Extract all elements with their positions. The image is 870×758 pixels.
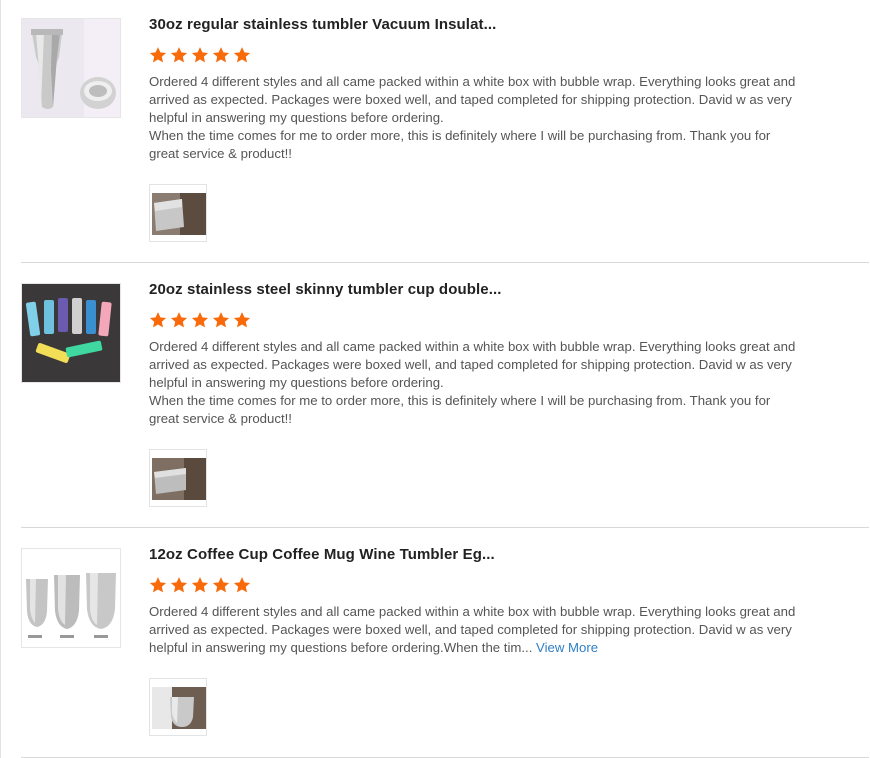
product-thumbnail[interactable] bbox=[21, 18, 121, 118]
review-text: Ordered 4 different styles and all came … bbox=[149, 73, 801, 163]
star-rating bbox=[149, 46, 251, 66]
star-icon bbox=[149, 312, 167, 328]
product-thumbnail[interactable] bbox=[21, 283, 121, 383]
review-product-title[interactable]: 12oz Coffee Cup Coffee Mug Wine Tumbler … bbox=[149, 546, 495, 563]
star-icon bbox=[149, 47, 167, 63]
review-photo[interactable] bbox=[149, 184, 207, 242]
star-icon bbox=[233, 47, 251, 63]
star-icon bbox=[191, 47, 209, 63]
review-photo[interactable] bbox=[149, 678, 207, 736]
product-thumbnail[interactable] bbox=[21, 548, 121, 648]
review-product-title[interactable]: 20oz stainless steel skinny tumbler cup … bbox=[149, 281, 502, 298]
review-paragraph: When the time comes for me to order more… bbox=[149, 393, 771, 426]
star-icon bbox=[170, 312, 188, 328]
view-more-link[interactable]: View More bbox=[536, 640, 598, 655]
star-icon bbox=[233, 577, 251, 593]
review-paragraph: When the time comes for me to order more… bbox=[149, 128, 771, 161]
star-icon bbox=[212, 47, 230, 63]
review-paragraph: Ordered 4 different styles and all came … bbox=[149, 603, 801, 657]
star-icon bbox=[170, 47, 188, 63]
star-icon bbox=[212, 312, 230, 328]
star-icon bbox=[233, 312, 251, 328]
review-text: Ordered 4 different styles and all came … bbox=[149, 603, 801, 657]
star-icon bbox=[191, 312, 209, 328]
star-icon bbox=[170, 577, 188, 593]
star-icon bbox=[149, 577, 167, 593]
divider bbox=[21, 262, 869, 263]
star-icon bbox=[191, 577, 209, 593]
star-icon bbox=[212, 577, 230, 593]
star-rating bbox=[149, 311, 251, 331]
review-text: Ordered 4 different styles and all came … bbox=[149, 338, 801, 428]
star-rating bbox=[149, 576, 251, 596]
divider bbox=[21, 527, 869, 528]
review-photo[interactable] bbox=[149, 449, 207, 507]
left-border bbox=[0, 0, 1, 758]
review-paragraph: Ordered 4 different styles and all came … bbox=[149, 74, 796, 125]
review-excerpt: Ordered 4 different styles and all came … bbox=[149, 604, 796, 655]
review-paragraph: Ordered 4 different styles and all came … bbox=[149, 339, 796, 390]
review-product-title[interactable]: 30oz regular stainless tumbler Vacuum In… bbox=[149, 16, 496, 33]
